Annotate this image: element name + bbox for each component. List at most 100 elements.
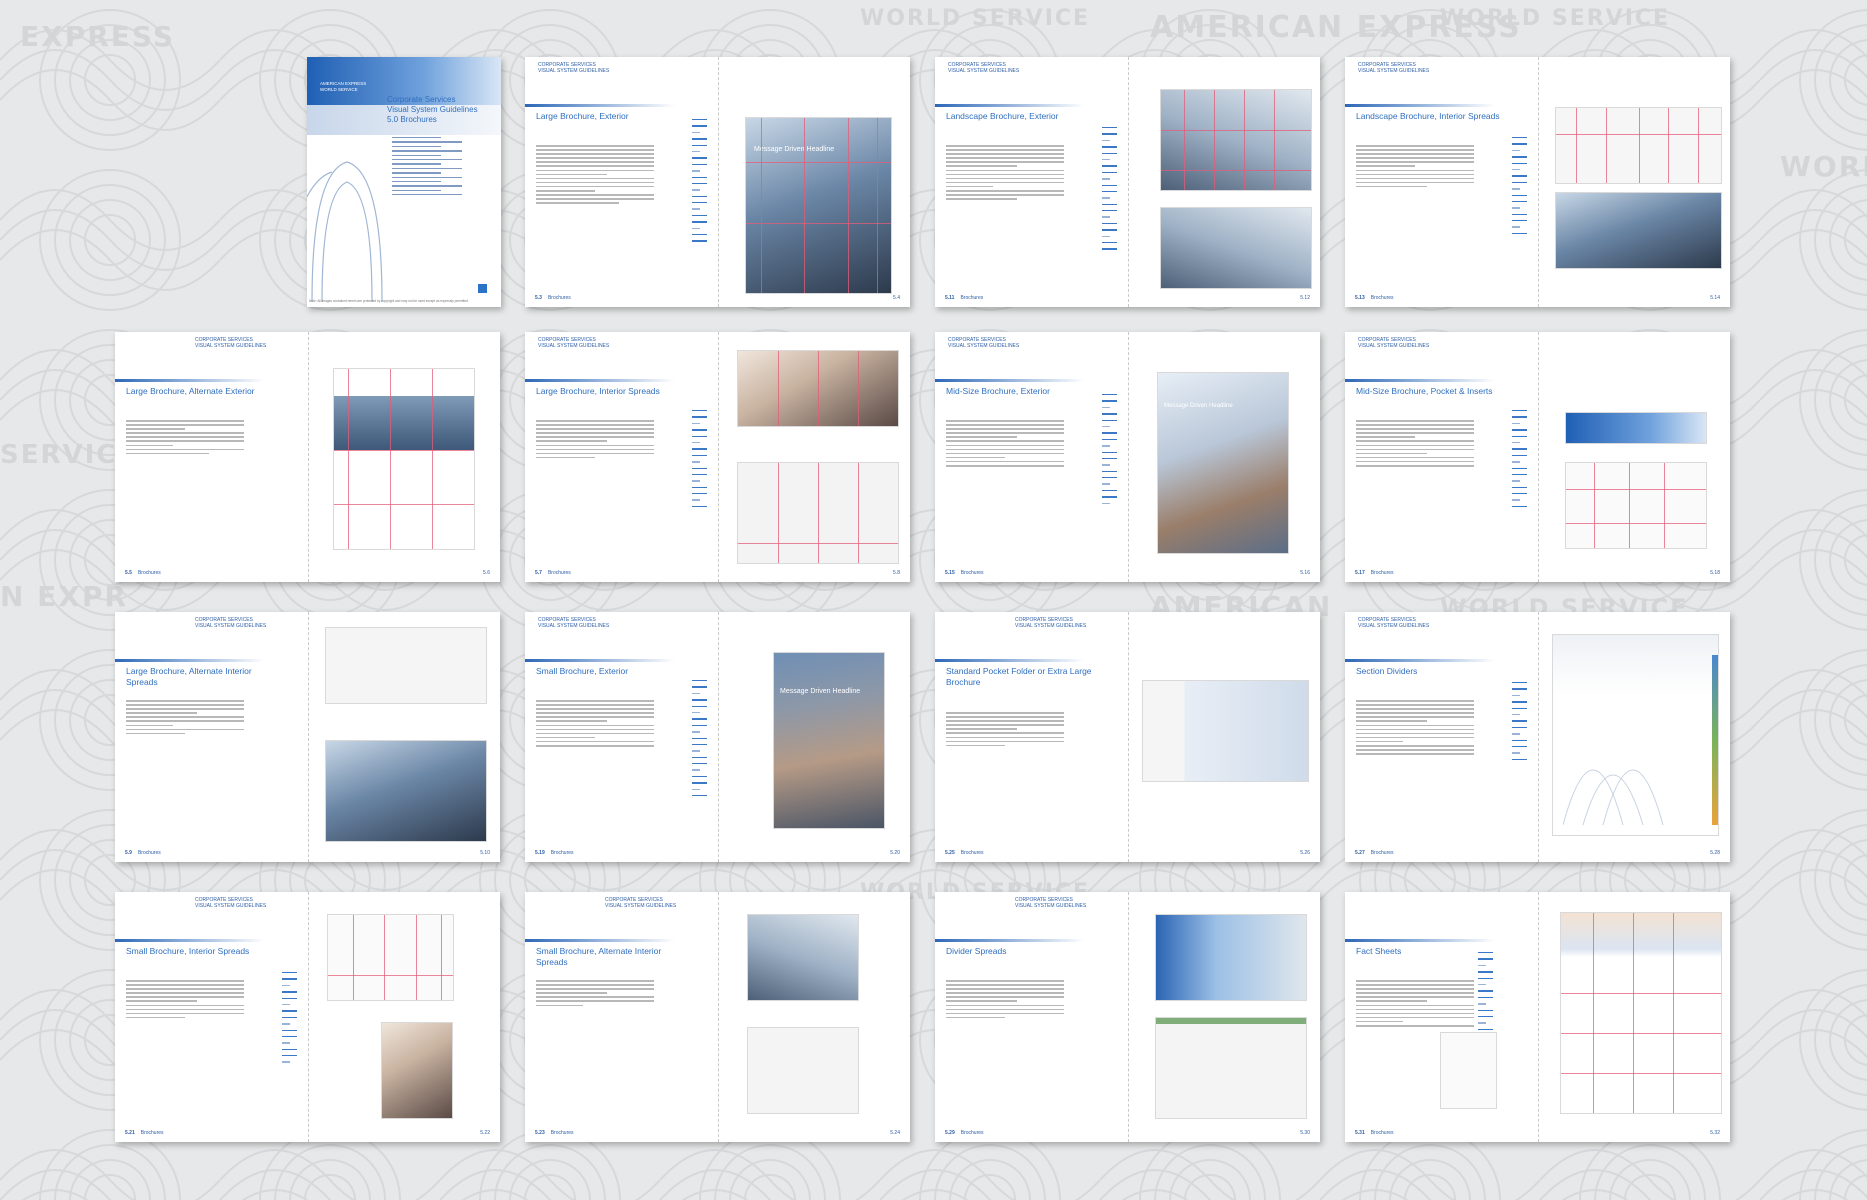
title-rule bbox=[525, 104, 675, 107]
spec-annotations bbox=[1477, 952, 1500, 1041]
spread-mid-size-brochure-exterior: CORPORATE SERVICES VISUAL SYSTEM GUIDELIN… bbox=[935, 332, 1320, 582]
page-gutter bbox=[717, 612, 719, 862]
folio-right: 5.20 bbox=[890, 850, 900, 856]
brochure-mockup bbox=[333, 368, 475, 550]
header-tag: CORPORATE SERVICES VISUAL SYSTEM GUIDELIN… bbox=[538, 617, 610, 629]
folio-left: 5.17 Brochures bbox=[1355, 570, 1394, 576]
title-rule bbox=[525, 659, 675, 662]
body-text bbox=[536, 420, 654, 461]
page-gutter bbox=[307, 612, 309, 862]
spec-annotations bbox=[1101, 127, 1124, 255]
title-rule bbox=[935, 104, 1085, 107]
spread-small-brochure-alternate-interior: CORPORATE SERVICES VISUAL SYSTEM GUIDELIN… bbox=[525, 892, 910, 1142]
folio-left: 5.5 Brochures bbox=[125, 570, 161, 576]
grid-overlay bbox=[334, 369, 474, 549]
page-title: Mid-Size Brochure, Pocket & Inserts bbox=[1356, 386, 1493, 396]
folio-right: 5.12 bbox=[1300, 295, 1310, 301]
brochure-mockup bbox=[325, 740, 487, 842]
page-title: Standard Pocket Folder or Extra Large Br… bbox=[946, 666, 1092, 687]
watermark-text: WORLD SERVICE bbox=[860, 6, 1091, 31]
brochure-mockup bbox=[1555, 192, 1722, 269]
body-text bbox=[946, 420, 1064, 469]
header-tag: CORPORATE SERVICES VISUAL SYSTEM GUIDELIN… bbox=[195, 897, 267, 909]
folio-left: 5.19 Brochures bbox=[535, 850, 574, 856]
title-rule bbox=[935, 659, 1085, 662]
folio-left: 5.29 Brochures bbox=[945, 1130, 984, 1136]
spec-annotations bbox=[1511, 682, 1534, 765]
spread-large-brochure-interior: CORPORATE SERVICES VISUAL SYSTEM GUIDELIN… bbox=[525, 332, 910, 582]
folio-left: 5.9 Brochures bbox=[125, 850, 161, 856]
body-text bbox=[946, 712, 1064, 749]
folio-right: 5.16 bbox=[1300, 570, 1310, 576]
page-gutter bbox=[1537, 612, 1539, 862]
header-tag: CORPORATE SERVICES VISUAL SYSTEM GUIDELIN… bbox=[538, 337, 610, 349]
folio-right: 5.24 bbox=[890, 1130, 900, 1136]
title-rule bbox=[115, 659, 265, 662]
header-tag: CORPORATE SERVICES VISUAL SYSTEM GUIDELIN… bbox=[1015, 897, 1087, 909]
page-title: Large Brochure, Interior Spreads bbox=[536, 386, 660, 396]
watermark-text: EXPRESS bbox=[20, 20, 175, 53]
spec-annotations bbox=[281, 972, 304, 1068]
brochure-mockup bbox=[747, 1027, 859, 1114]
mock-headline: Message Driven Headline bbox=[780, 688, 861, 695]
brochure-mockup bbox=[1142, 680, 1309, 782]
body-text bbox=[1356, 145, 1474, 190]
folio-right: 5.30 bbox=[1300, 1130, 1310, 1136]
title-rule bbox=[935, 379, 1085, 382]
spread-section-dividers: CORPORATE SERVICES VISUAL SYSTEM GUIDELIN… bbox=[1345, 612, 1730, 862]
header-tag: CORPORATE SERVICES VISUAL SYSTEM GUIDELIN… bbox=[605, 897, 677, 909]
body-text bbox=[1356, 700, 1474, 757]
title-rule bbox=[525, 379, 675, 382]
spread-mid-size-brochure-pocket: CORPORATE SERVICES VISUAL SYSTEM GUIDELIN… bbox=[1345, 332, 1730, 582]
brochure-mockup bbox=[1565, 412, 1707, 444]
cover-title: Corporate Services Visual System Guideli… bbox=[387, 95, 478, 124]
page-gutter bbox=[1127, 612, 1129, 862]
body-text bbox=[126, 700, 244, 737]
title-rule bbox=[935, 939, 1085, 942]
page-gutter bbox=[307, 332, 309, 582]
spec-annotations bbox=[691, 680, 714, 801]
brochure-mockup bbox=[1155, 1017, 1307, 1119]
folio-left: 5.3 Brochures bbox=[535, 295, 571, 301]
title-rule bbox=[525, 939, 675, 942]
folio-left: 5.13 Brochures bbox=[1355, 295, 1394, 301]
body-text bbox=[536, 145, 654, 206]
spread-fact-sheets: Fact Sheets 5.31 Brochures 5.32 bbox=[1345, 892, 1730, 1142]
brochure-mockup bbox=[1565, 462, 1707, 549]
folio-right: 5.8 bbox=[893, 570, 900, 576]
header-tag: CORPORATE SERVICES VISUAL SYSTEM GUIDELIN… bbox=[1358, 62, 1430, 74]
grid-overlay bbox=[328, 915, 453, 1000]
spread-landscape-brochure-exterior: CORPORATE SERVICES VISUAL SYSTEM GUIDELIN… bbox=[935, 57, 1320, 307]
brochure-mockup bbox=[325, 627, 487, 704]
page-title: Small Brochure, Alternate Interior Sprea… bbox=[536, 946, 662, 967]
brochure-mockup: Message Driven Headline bbox=[773, 652, 885, 829]
page-gutter bbox=[307, 892, 309, 1142]
grid-overlay bbox=[738, 351, 898, 426]
page-gutter bbox=[1127, 57, 1129, 307]
spread-large-brochure-alternate-interior: CORPORATE SERVICES VISUAL SYSTEM GUIDELIN… bbox=[115, 612, 500, 862]
grid-overlay bbox=[1556, 108, 1721, 183]
folio-right: 5.14 bbox=[1710, 295, 1720, 301]
brochure-mockup: Message Driven Headline bbox=[745, 117, 892, 294]
header-tag: CORPORATE SERVICES VISUAL SYSTEM GUIDELIN… bbox=[195, 337, 267, 349]
folio-right: 5.32 bbox=[1710, 1130, 1720, 1136]
page-title: Small Brochure, Interior Spreads bbox=[126, 946, 250, 956]
cover-page: AMERICAN EXPRESS WORLD SERVICE Corporate… bbox=[307, 57, 501, 307]
title-rule bbox=[115, 379, 265, 382]
page-title: Landscape Brochure, Exterior bbox=[946, 111, 1059, 121]
folio-left: 5.7 Brochures bbox=[535, 570, 571, 576]
cover-arc-graphic bbox=[307, 161, 383, 302]
spec-annotations bbox=[1511, 410, 1534, 512]
grid-overlay bbox=[1566, 463, 1706, 548]
cover-table-of-contents bbox=[392, 137, 462, 198]
folio-right: 5.28 bbox=[1710, 850, 1720, 856]
header-tag: CORPORATE SERVICES VISUAL SYSTEM GUIDELIN… bbox=[1015, 617, 1087, 629]
spread-small-brochure-exterior: CORPORATE SERVICES VISUAL SYSTEM GUIDELIN… bbox=[525, 612, 910, 862]
body-text bbox=[946, 980, 1064, 1021]
watermark-text: N EXPR bbox=[0, 580, 128, 613]
tab-strip bbox=[1712, 655, 1718, 825]
grid-overlay bbox=[738, 463, 898, 563]
folio-left: 5.25 Brochures bbox=[945, 850, 984, 856]
folio-left: 5.23 Brochures bbox=[535, 1130, 574, 1136]
header-tag: CORPORATE SERVICES VISUAL SYSTEM GUIDELIN… bbox=[1358, 337, 1430, 349]
